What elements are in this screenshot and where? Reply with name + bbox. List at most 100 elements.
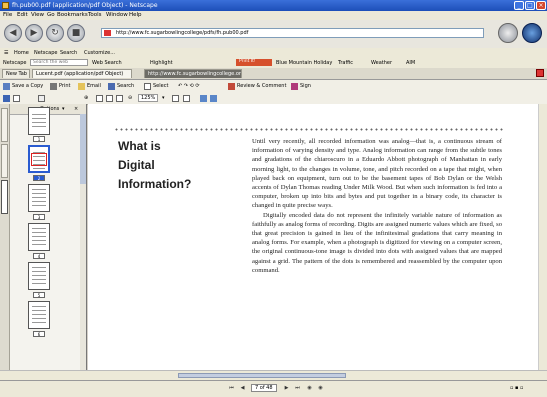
- web-search-placeholder: Search the web: [33, 60, 69, 65]
- tab-new[interactable]: New Tab: [2, 69, 30, 78]
- page-thumbnail[interactable]: [28, 184, 50, 212]
- text-select-icon[interactable]: [13, 95, 20, 102]
- tab-signatures-vertical[interactable]: [1, 144, 8, 178]
- thumbnails-scrollbar-thumb[interactable]: [80, 114, 86, 184]
- zoom-in-icon[interactable]: ⊕: [84, 95, 88, 101]
- menu-file[interactable]: File: [3, 12, 12, 18]
- menu-help[interactable]: Help: [129, 12, 142, 18]
- bookmark-home[interactable]: Home: [14, 50, 29, 56]
- actual-size-icon[interactable]: [96, 95, 103, 102]
- stop-icon[interactable]: ■: [67, 24, 85, 42]
- sign-button[interactable]: Sign: [300, 83, 311, 89]
- tab-pages-vertical[interactable]: [1, 180, 8, 214]
- continuous-page-icon[interactable]: [183, 95, 190, 102]
- rotate-icons[interactable]: ↶ ↷ ⟲ ⟳: [178, 83, 200, 89]
- fit-page-icon[interactable]: [106, 95, 113, 102]
- zoom-level-input[interactable]: 125%: [138, 94, 159, 102]
- bookmark-netscape[interactable]: Netscape: [34, 50, 57, 56]
- save-copy-button[interactable]: Save a Copy: [12, 83, 43, 89]
- page-thumbnail-selected[interactable]: [28, 145, 50, 173]
- pdf-favicon-icon: [104, 30, 111, 36]
- next-page-icon[interactable]: ▶: [283, 385, 290, 392]
- page-thumbnails-panel: Options ▾ × 1 2 3 4 5 6: [10, 104, 87, 370]
- select-tool-icon: [144, 83, 151, 90]
- previous-view-icon[interactable]: ◉: [306, 385, 313, 392]
- traffic-link[interactable]: Traffic: [338, 60, 353, 66]
- email-icon: [78, 83, 85, 90]
- menu-window[interactable]: Window: [106, 12, 128, 18]
- page-thumbnail[interactable]: [28, 223, 50, 251]
- page-number-label: 6: [33, 331, 45, 337]
- close-tab-icon[interactable]: [536, 69, 544, 77]
- section-heading: What is Digital Information?: [118, 137, 228, 194]
- web-search-input[interactable]: Search the web: [30, 59, 88, 66]
- last-page-icon[interactable]: ⏭: [294, 385, 301, 392]
- page-indicator[interactable]: 7 of 48: [251, 384, 277, 392]
- weather-link[interactable]: Weather: [371, 60, 392, 66]
- sign-pen-icon: [291, 83, 298, 90]
- page-thumbnail[interactable]: [28, 262, 50, 290]
- paragraph: Until very recently, all recorded inform…: [252, 138, 502, 210]
- dotted-rule: [114, 128, 504, 131]
- search-go-icon[interactable]: [498, 23, 518, 43]
- navigation-pane-tabs: [0, 104, 10, 370]
- forward-arrow-icon[interactable]: ▶: [25, 24, 43, 42]
- bookmark-customize[interactable]: Customize...: [84, 50, 115, 56]
- heading-line: Information?: [118, 177, 192, 191]
- web-search-button[interactable]: Web Search: [92, 60, 122, 66]
- zoom-dropdown-icon[interactable]: ▾: [162, 95, 165, 101]
- maximize-button[interactable]: □: [525, 1, 535, 10]
- print-it-button[interactable]: Print It!: [236, 59, 272, 66]
- previous-page-icon[interactable]: ◀: [239, 385, 246, 392]
- print-icon: [50, 83, 57, 90]
- highlight-button[interactable]: Highlight: [150, 60, 173, 66]
- zoom-out-icon[interactable]: ⊖: [128, 95, 132, 101]
- search-button[interactable]: Search: [117, 83, 134, 89]
- pdf-document-view: What is Digital Information? Until very …: [88, 104, 547, 370]
- page-thumbnail[interactable]: [28, 301, 50, 329]
- single-page-icon[interactable]: [172, 95, 179, 102]
- heading-line: What is: [118, 139, 161, 153]
- thumbnails-scrollbar[interactable]: [80, 114, 86, 370]
- close-button[interactable]: ×: [536, 1, 546, 10]
- url-input[interactable]: http://www.fc.sugarbowlingcollege/pdfs/f…: [101, 28, 484, 38]
- snapshot-icon[interactable]: [38, 95, 45, 102]
- email-button[interactable]: Email: [87, 83, 101, 89]
- aim-link[interactable]: AIM: [406, 60, 415, 66]
- reload-icon[interactable]: ↻: [46, 24, 64, 42]
- select-button[interactable]: Select: [153, 83, 168, 89]
- fit-width-icon[interactable]: [116, 95, 123, 102]
- thumbnails-close-icon[interactable]: ×: [74, 106, 78, 112]
- tab-bookmarks-vertical[interactable]: [1, 108, 8, 142]
- menu-bookmarks[interactable]: Bookmarks: [57, 12, 88, 18]
- blue-mountain-link[interactable]: Blue Mountain Holiday: [276, 60, 332, 66]
- minimize-button[interactable]: _: [514, 1, 524, 10]
- horizontal-scrollbar-thumb[interactable]: [178, 373, 346, 378]
- page-thumbnail[interactable]: [28, 107, 50, 135]
- menu-go[interactable]: Go: [47, 12, 55, 18]
- first-page-icon[interactable]: ⏮: [228, 385, 235, 392]
- menu-tools[interactable]: Tools: [88, 12, 102, 18]
- heading-line: Digital: [118, 158, 155, 172]
- page-number-label: 1: [33, 136, 45, 142]
- document-scrollbar[interactable]: [538, 104, 547, 370]
- info-icon[interactable]: [210, 95, 217, 102]
- bookmark-search[interactable]: Search: [60, 50, 77, 56]
- netscape-throbber-icon: [522, 23, 542, 43]
- view-region-box[interactable]: [31, 153, 47, 166]
- pdf-status-bar: ⏮ ◀ 7 of 48 ▶ ⏭ ◉ ◉ ▫ ▪ ▫: [0, 380, 547, 397]
- tab-sugarbowl-site[interactable]: http://www.fc.sugarbowlingcollege.org: [144, 69, 242, 78]
- print-button[interactable]: Print: [59, 83, 71, 89]
- next-view-icon[interactable]: ◉: [317, 385, 324, 392]
- back-arrow-icon[interactable]: ◀: [4, 24, 22, 42]
- menu-edit[interactable]: Edit: [17, 12, 28, 18]
- status-tray-icons: ▫ ▪ ▫: [510, 385, 524, 391]
- bookmarks-icon[interactable]: ☰: [4, 50, 8, 56]
- review-comment-button[interactable]: Review & Comment: [237, 83, 286, 89]
- thumbnails-options-dropdown-icon[interactable]: ▾: [62, 106, 65, 112]
- help-icon[interactable]: [200, 95, 207, 102]
- menu-view[interactable]: View: [31, 12, 44, 18]
- navigation-toolbar: ◀ ▶ ↻ ■ http://www.fc.sugarbowlingcolleg…: [0, 20, 547, 49]
- tab-pdf-document[interactable]: Lucent.pdf (application/pdf Object): [32, 69, 132, 78]
- hand-tool-icon[interactable]: [3, 95, 10, 102]
